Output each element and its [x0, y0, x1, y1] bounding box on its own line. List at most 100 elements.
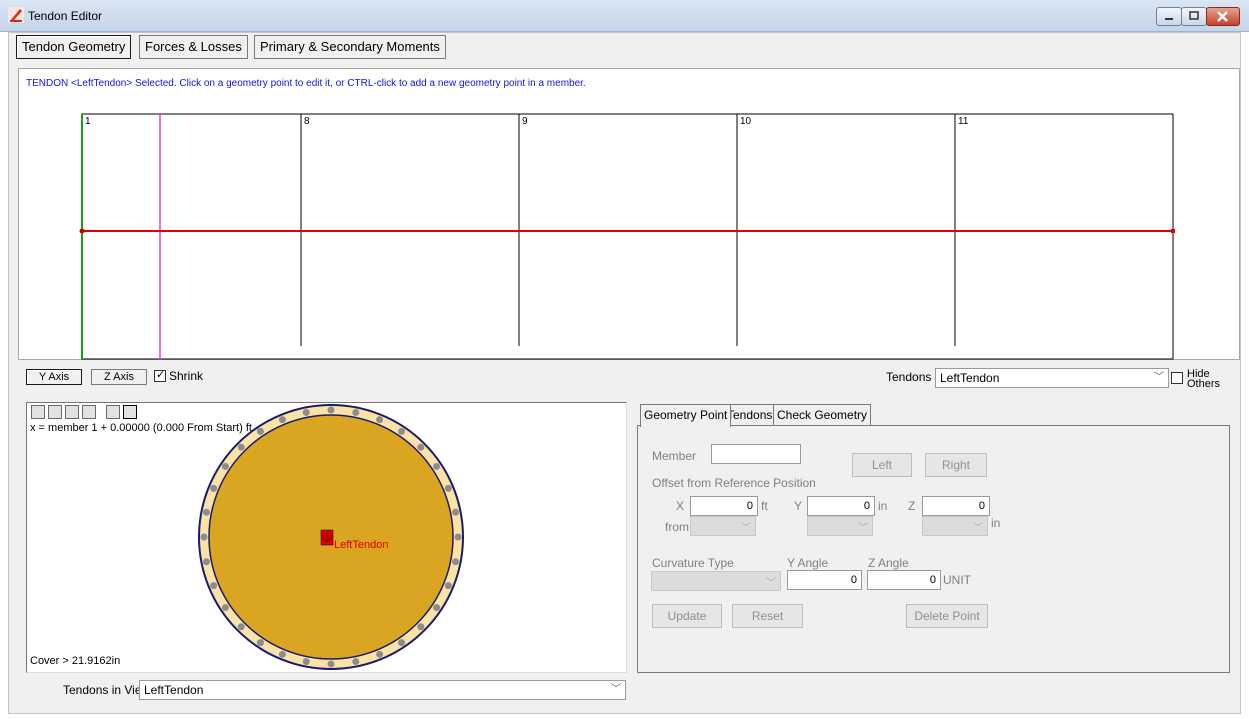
member-label: Member: [652, 449, 697, 463]
rebar-dot: [352, 658, 360, 666]
tendons-dropdown[interactable]: LeftTendon ﹀: [935, 368, 1169, 388]
hide-others-label: Hide Others: [1187, 369, 1220, 390]
z-offset-field[interactable]: 0: [922, 496, 990, 516]
chevron-down-icon: ﹀: [858, 523, 868, 534]
rebar-dot: [210, 484, 218, 492]
chevron-down-icon: ﹀: [611, 684, 621, 695]
update-button[interactable]: Update: [652, 604, 722, 628]
chevron-down-icon: ﹀: [1154, 372, 1164, 383]
title-bar: Tendon Editor: [0, 0, 1249, 32]
z-angle-field[interactable]: 0: [867, 570, 941, 590]
checkmark-icon: ✓: [156, 369, 166, 381]
y-angle-label: Y Angle: [787, 556, 829, 570]
close-button[interactable]: [1206, 7, 1240, 26]
left-button[interactable]: Left: [852, 453, 912, 477]
delete-point-button[interactable]: Delete Point: [906, 604, 988, 628]
rebar-dot: [200, 533, 208, 541]
member-label: 8: [304, 116, 310, 127]
chevron-down-icon: ﹀: [973, 523, 983, 534]
shrink-label: Shrink: [169, 369, 204, 383]
rebar-dot: [278, 416, 286, 424]
rebar-dot: [398, 427, 406, 435]
shrink-checkbox[interactable]: ✓: [154, 369, 166, 382]
x-from-dropdown[interactable]: ﹀: [690, 516, 756, 536]
x-unit-label: ft: [761, 499, 768, 513]
z-from-dropdown[interactable]: ﹀: [922, 516, 988, 536]
tab-primary-secondary-moments[interactable]: Primary & Secondary Moments: [254, 35, 446, 59]
curvature-dropdown[interactable]: ﹀: [651, 571, 781, 591]
tab-geometry-point[interactable]: Geometry Point: [640, 404, 732, 427]
maximize-button[interactable]: [1181, 7, 1207, 26]
y-axis-button[interactable]: Y Axis: [26, 369, 82, 385]
tab-check-geometry[interactable]: Check Geometry: [773, 404, 872, 426]
rebar-dot: [256, 639, 264, 647]
z-label: Z: [908, 499, 916, 513]
rebar-dot: [398, 639, 406, 647]
rebar-dot: [327, 660, 335, 668]
rebar-dot: [237, 443, 245, 451]
cover-text: Cover > 21.9162in: [30, 655, 121, 667]
z-unit-label: in: [991, 516, 1001, 530]
tab-tendon-geometry[interactable]: Tendon Geometry: [16, 35, 132, 59]
rebar-dot: [221, 604, 229, 612]
rebar-dot: [352, 408, 360, 416]
geometry-point[interactable]: [1171, 229, 1175, 233]
rebar-dot: [433, 462, 441, 470]
minimize-button[interactable]: [1156, 7, 1182, 26]
y-from-dropdown[interactable]: ﹀: [807, 516, 873, 536]
pan-icon[interactable]: [31, 405, 45, 419]
rebar-dot: [202, 508, 210, 516]
chevron-down-icon: ﹀: [766, 578, 776, 589]
rebar-dot: [454, 533, 462, 541]
y-offset-field[interactable]: 0: [807, 496, 875, 516]
window-title: Tendon Editor: [28, 9, 103, 23]
curvature-label: Curvature Type: [652, 556, 734, 570]
app-icon: [8, 7, 24, 23]
close-icon: [1217, 11, 1228, 22]
reset-button[interactable]: Reset: [732, 604, 803, 628]
rebar-dot: [452, 508, 460, 516]
x-label: X: [676, 499, 685, 513]
rebar-dot: [302, 658, 310, 666]
member-label: 9: [522, 116, 528, 127]
settings-icon[interactable]: [106, 405, 120, 419]
rebar-dot: [433, 604, 441, 612]
elevation-canvas[interactable]: 1 8 9 10 11: [18, 68, 1240, 360]
tendons-dropdown-value: LeftTendon: [940, 371, 1000, 385]
section-canvas[interactable]: LeftTendon: [26, 402, 627, 673]
rebar-dot: [221, 462, 229, 470]
rebar-dot: [256, 427, 264, 435]
tendons-in-view-label: Tendons in View: [63, 683, 151, 697]
hide-others-checkbox[interactable]: [1171, 372, 1183, 384]
from-label: from: [665, 520, 689, 534]
right-button[interactable]: Right: [925, 453, 987, 477]
rebar-dot: [202, 558, 210, 566]
rebar-dot: [417, 623, 425, 631]
y-angle-field[interactable]: 0: [787, 570, 862, 590]
rebar-dot: [210, 582, 218, 590]
z-axis-button[interactable]: Z Axis: [91, 369, 147, 385]
zoom-out-icon[interactable]: [65, 405, 79, 419]
member-label: 10: [740, 116, 752, 127]
y-unit-label: in: [878, 499, 888, 513]
member-label: 11: [958, 116, 969, 127]
rebar-dot: [376, 416, 384, 424]
rebar-dot: [452, 558, 460, 566]
rebar-dot: [327, 406, 335, 414]
section-coordinate: x = member 1 + 0.00000 (0.000 From Start…: [30, 422, 252, 434]
fit-icon[interactable]: [82, 405, 96, 419]
rebar-dot: [444, 484, 452, 492]
angle-unit-label: UNIT: [943, 573, 971, 587]
tendons-in-view-value: LeftTendon: [144, 683, 204, 697]
zoom-in-icon[interactable]: [48, 405, 62, 419]
x-offset-field[interactable]: 0: [690, 496, 758, 516]
z-angle-label: Z Angle: [868, 556, 909, 570]
view-toggle-icon[interactable]: [123, 405, 137, 419]
tendons-label: Tendons: [886, 370, 932, 384]
tab-forces-losses[interactable]: Forces & Losses: [139, 35, 248, 59]
tendons-in-view-dropdown[interactable]: LeftTendon ﹀: [139, 680, 626, 700]
geometry-point[interactable]: [79, 228, 85, 234]
member-field[interactable]: [711, 444, 801, 464]
maximize-icon: [1189, 11, 1199, 20]
member-label: 1: [85, 116, 91, 127]
